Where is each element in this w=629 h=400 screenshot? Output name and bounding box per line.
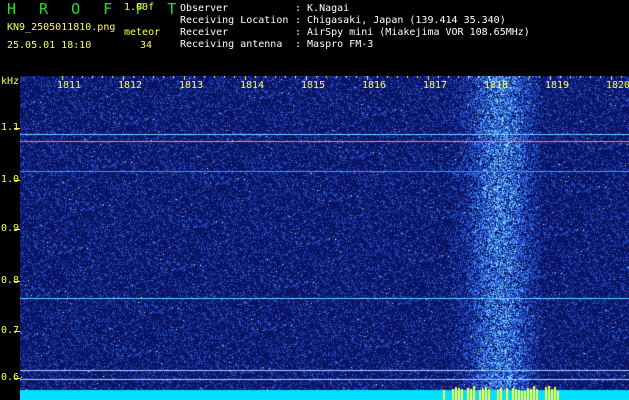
spectrogram-panel: kHz 1.1 1.0 0.9 0.8 0.7 0.6 1811 1812 1813 1814 1… [0, 76, 629, 400]
meta-observer: Observer: K.Nagai [180, 3, 350, 14]
x-tick-label: 1818 [484, 80, 509, 91]
version-label: 1.00f [124, 2, 155, 13]
x-tick-label: 1812 [118, 80, 143, 91]
x-tick-label: 1815 [301, 80, 326, 91]
meta-antenna: Receiving antenna: Maspro FM-3 [180, 39, 374, 50]
spectrogram-canvas [20, 76, 629, 400]
x-tick-label: 1817 [423, 80, 448, 91]
x-tick-label: 1813 [179, 80, 204, 91]
spectrogram: 1811 1812 1813 1814 1815 1816 1817 1818 1819 1820 [20, 76, 629, 400]
header-panel: H R O F F T 1.00f KN9_2505011810.png met… [0, 0, 629, 76]
meteor-label: meteor [124, 27, 161, 38]
y-unit-label: kHz [1, 76, 20, 87]
x-tick-label: 1814 [240, 80, 265, 91]
x-tick-label: 1819 [545, 80, 570, 91]
filename-label: KN9_2505011810.png [7, 22, 116, 33]
datetime-label: 25.05.01 18:10 [7, 40, 92, 51]
x-tick-label: 1820 [606, 80, 629, 91]
x-tick-label: 1811 [57, 80, 82, 91]
meta-location: Receiving Location: Chigasaki, Japan (13… [180, 15, 506, 26]
meta-receiver: Receiver: AirSpy mini (Miakejima VOR 108… [180, 27, 530, 38]
app-title: H R O F F T [7, 0, 184, 18]
metadata-block: Observer: K.Nagai Receiving Location: Ch… [180, 3, 530, 51]
x-tick-label: 1816 [362, 80, 387, 91]
meteor-count: 34 [140, 40, 153, 51]
